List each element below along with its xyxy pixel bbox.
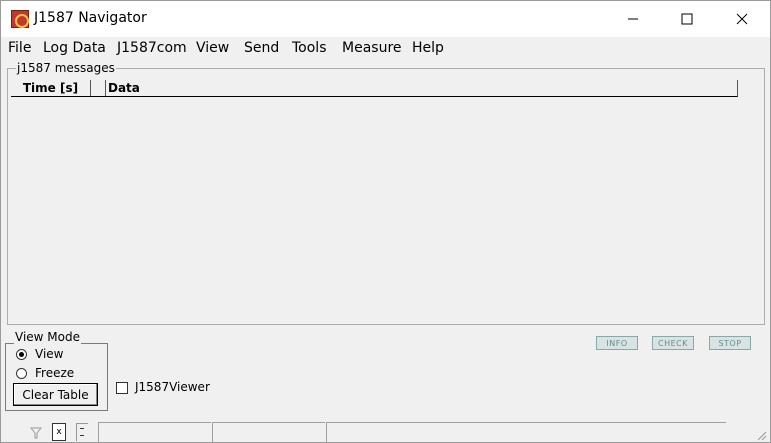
clear-table-button[interactable]: Clear Table	[13, 383, 98, 406]
window-title: J1587 Navigator	[34, 10, 147, 26]
view-radio-label[interactable]: View	[35, 347, 63, 361]
minimize-button[interactable]	[610, 1, 656, 37]
menu-view[interactable]: View	[196, 40, 229, 56]
menu-send[interactable]: Send	[244, 40, 279, 56]
column-header-time[interactable]: Time [s]	[11, 80, 91, 96]
filter-icon[interactable]	[30, 427, 42, 439]
menu-help[interactable]: Help	[412, 40, 444, 56]
dots-icon[interactable]	[76, 423, 88, 441]
maximize-icon	[681, 13, 693, 25]
minimize-icon	[628, 18, 638, 20]
messages-group-label: j1587 messages	[16, 61, 116, 75]
app-window: J1587 Navigator File Log Data J1587com V…	[0, 0, 771, 443]
j1587viewer-label[interactable]: J1587Viewer	[135, 380, 210, 394]
view-mode-group-label: View Mode	[14, 330, 81, 344]
menu-file[interactable]: File	[8, 40, 31, 56]
menu-j1587com[interactable]: J1587com	[117, 40, 187, 56]
menu-bar: File Log Data J1587com View Send Tools M…	[1, 38, 770, 60]
check-button[interactable]: CHECK	[652, 336, 694, 350]
column-header-spacer[interactable]	[91, 80, 106, 96]
close-button[interactable]	[719, 1, 765, 37]
app-icon	[11, 10, 29, 28]
menu-tools[interactable]: Tools	[292, 40, 327, 56]
status-bar: x	[1, 421, 770, 443]
close-icon	[736, 13, 748, 25]
view-radio[interactable]	[16, 349, 27, 360]
messages-table-header: Time [s] Data	[11, 80, 738, 97]
messages-group	[7, 68, 765, 325]
x-icon[interactable]: x	[52, 423, 66, 441]
info-button[interactable]: INFO	[596, 336, 638, 350]
status-panel-3	[326, 422, 726, 443]
maximize-button[interactable]	[664, 1, 710, 37]
freeze-radio[interactable]	[16, 368, 27, 379]
freeze-radio-label[interactable]: Freeze	[35, 366, 74, 380]
title-bar[interactable]: J1587 Navigator	[1, 1, 770, 37]
menu-log-data[interactable]: Log Data	[43, 40, 106, 56]
stop-button[interactable]: STOP	[709, 336, 751, 350]
menu-measure[interactable]: Measure	[342, 40, 402, 56]
resize-grip-icon[interactable]	[755, 429, 767, 441]
j1587viewer-checkbox[interactable]	[116, 382, 128, 394]
status-panel-1	[98, 422, 211, 443]
status-panel-2	[212, 422, 325, 443]
column-header-data[interactable]: Data	[108, 80, 308, 96]
